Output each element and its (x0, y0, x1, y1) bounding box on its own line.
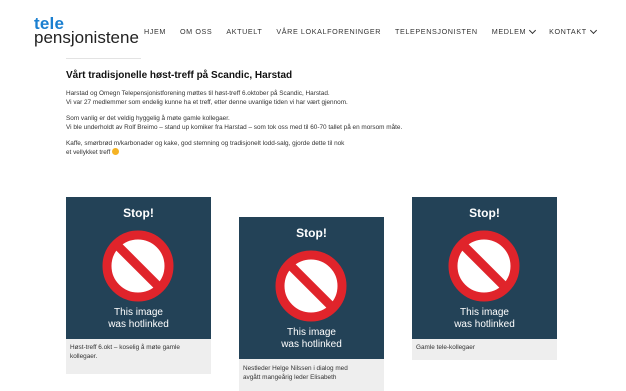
caption-line: avgått mangeårig leder Elisabeth (243, 374, 337, 381)
paragraph-1: Harstad og Omegn Telepensjonistforening … (66, 89, 566, 107)
paragraph-line: et vellykket treff (66, 149, 111, 156)
paragraph-2: Som vanlig er det veldig hyggelig å møte… (66, 114, 566, 132)
hotlinked-image[interactable]: Stop! This image was hotlinked (412, 197, 557, 339)
paragraph-line: Som vanlig er det veldig hyggelig å møte… (66, 115, 230, 122)
nav-item-medlem[interactable]: MEDLEM (491, 26, 537, 36)
hotlink-text: This image was hotlinked (239, 327, 384, 351)
hotlink-line: This image (287, 327, 336, 338)
article: Vårt tradisjonelle høst-treff på Scandic… (66, 70, 566, 164)
hotlink-line: was hotlinked (281, 339, 342, 350)
smiley-emoji-icon (112, 148, 120, 155)
nav-label: MEDLEM (491, 27, 527, 36)
hotlink-text: This image was hotlinked (412, 307, 557, 331)
hotlinked-image[interactable]: Stop! This image was hotlinked (239, 217, 384, 359)
caption-line: Nestleder Helge Nilssen i dialog med (243, 365, 348, 372)
gallery-item[interactable]: Stop! This image was hotlinked Gamle tel… (412, 197, 557, 360)
hotlink-line: This image (460, 307, 509, 318)
prohibition-sign-icon (275, 250, 347, 322)
nav-label: AKTUELT (226, 27, 263, 36)
nav-item-om-oss[interactable]: OM OSS (180, 27, 212, 36)
paragraph-3: Kaffe, smørbrød m/karbonader og kake, go… (66, 139, 566, 157)
prohibition-sign-icon (448, 230, 520, 302)
chevron-down-icon (529, 26, 537, 34)
caption-line: Høst-treff 6.okt – koselig å møte gamle (70, 344, 180, 351)
prohibition-sign-icon (102, 230, 174, 302)
hotlinked-image[interactable]: Stop! This image was hotlinked (66, 197, 211, 339)
gallery-item[interactable]: Stop! This image was hotlinked Nestleder… (239, 217, 384, 391)
nav-item-lokalforeninger[interactable]: VÅRE LOKALFORENINGER (276, 27, 381, 36)
nav-item-hjem[interactable]: HJEM (144, 27, 166, 36)
nav-label: VÅRE LOKALFORENINGER (276, 27, 382, 36)
image-caption: Nestleder Helge Nilssen i dialog med avg… (243, 364, 348, 382)
hotlink-line: was hotlinked (108, 319, 169, 330)
gallery-item[interactable]: Stop! This image was hotlinked Høst-tref… (66, 197, 211, 374)
nav-label: OM OSS (179, 27, 213, 36)
nav-item-telepensjonisten[interactable]: TELEPENSJONISTEN (395, 27, 478, 36)
caption-line: kollegaer. (70, 353, 98, 360)
paragraph-line: Harstad og Omegn Telepensjonistforening … (66, 90, 330, 97)
nav-item-kontakt[interactable]: KONTAKT (549, 26, 597, 36)
nav-label: TELEPENSJONISTEN (395, 27, 478, 36)
hotlink-line: was hotlinked (454, 319, 515, 330)
divider (66, 58, 141, 59)
hotlink-text: This image was hotlinked (66, 307, 211, 331)
image-caption: Høst-treff 6.okt – koselig å møte gamle … (70, 343, 180, 361)
stop-text: Stop! (123, 206, 154, 220)
site-logo[interactable]: tele pensjonistene (34, 15, 139, 46)
chevron-down-icon (589, 26, 597, 34)
nav-label: KONTAKT (549, 27, 587, 36)
logo-text-bottom: pensjonistene (34, 28, 139, 47)
main-nav: HJEM OM OSS AKTUELT VÅRE LOKALFORENINGER… (144, 26, 610, 36)
stop-text: Stop! (296, 226, 327, 240)
stop-text: Stop! (469, 206, 500, 220)
nav-item-aktuelt[interactable]: AKTUELT (226, 27, 262, 36)
site-header: tele pensjonistene HJEM OM OSS AKTUELT V… (0, 0, 626, 60)
image-caption: Gamle tele-kollegaer (416, 343, 475, 352)
paragraph-line: Vi var 27 medlemmer som endelig kunne ha… (66, 99, 348, 106)
hotlink-line: This image (114, 307, 163, 318)
paragraph-line: Kaffe, smørbrød m/karbonader og kake, go… (66, 140, 345, 147)
nav-label: HJEM (144, 27, 166, 36)
paragraph-line: Vi ble underholdt av Rolf Breimo – stand… (66, 124, 403, 131)
article-title: Vårt tradisjonelle høst-treff på Scandic… (66, 70, 293, 81)
caption-line: Gamle tele-kollegaer (416, 344, 475, 351)
